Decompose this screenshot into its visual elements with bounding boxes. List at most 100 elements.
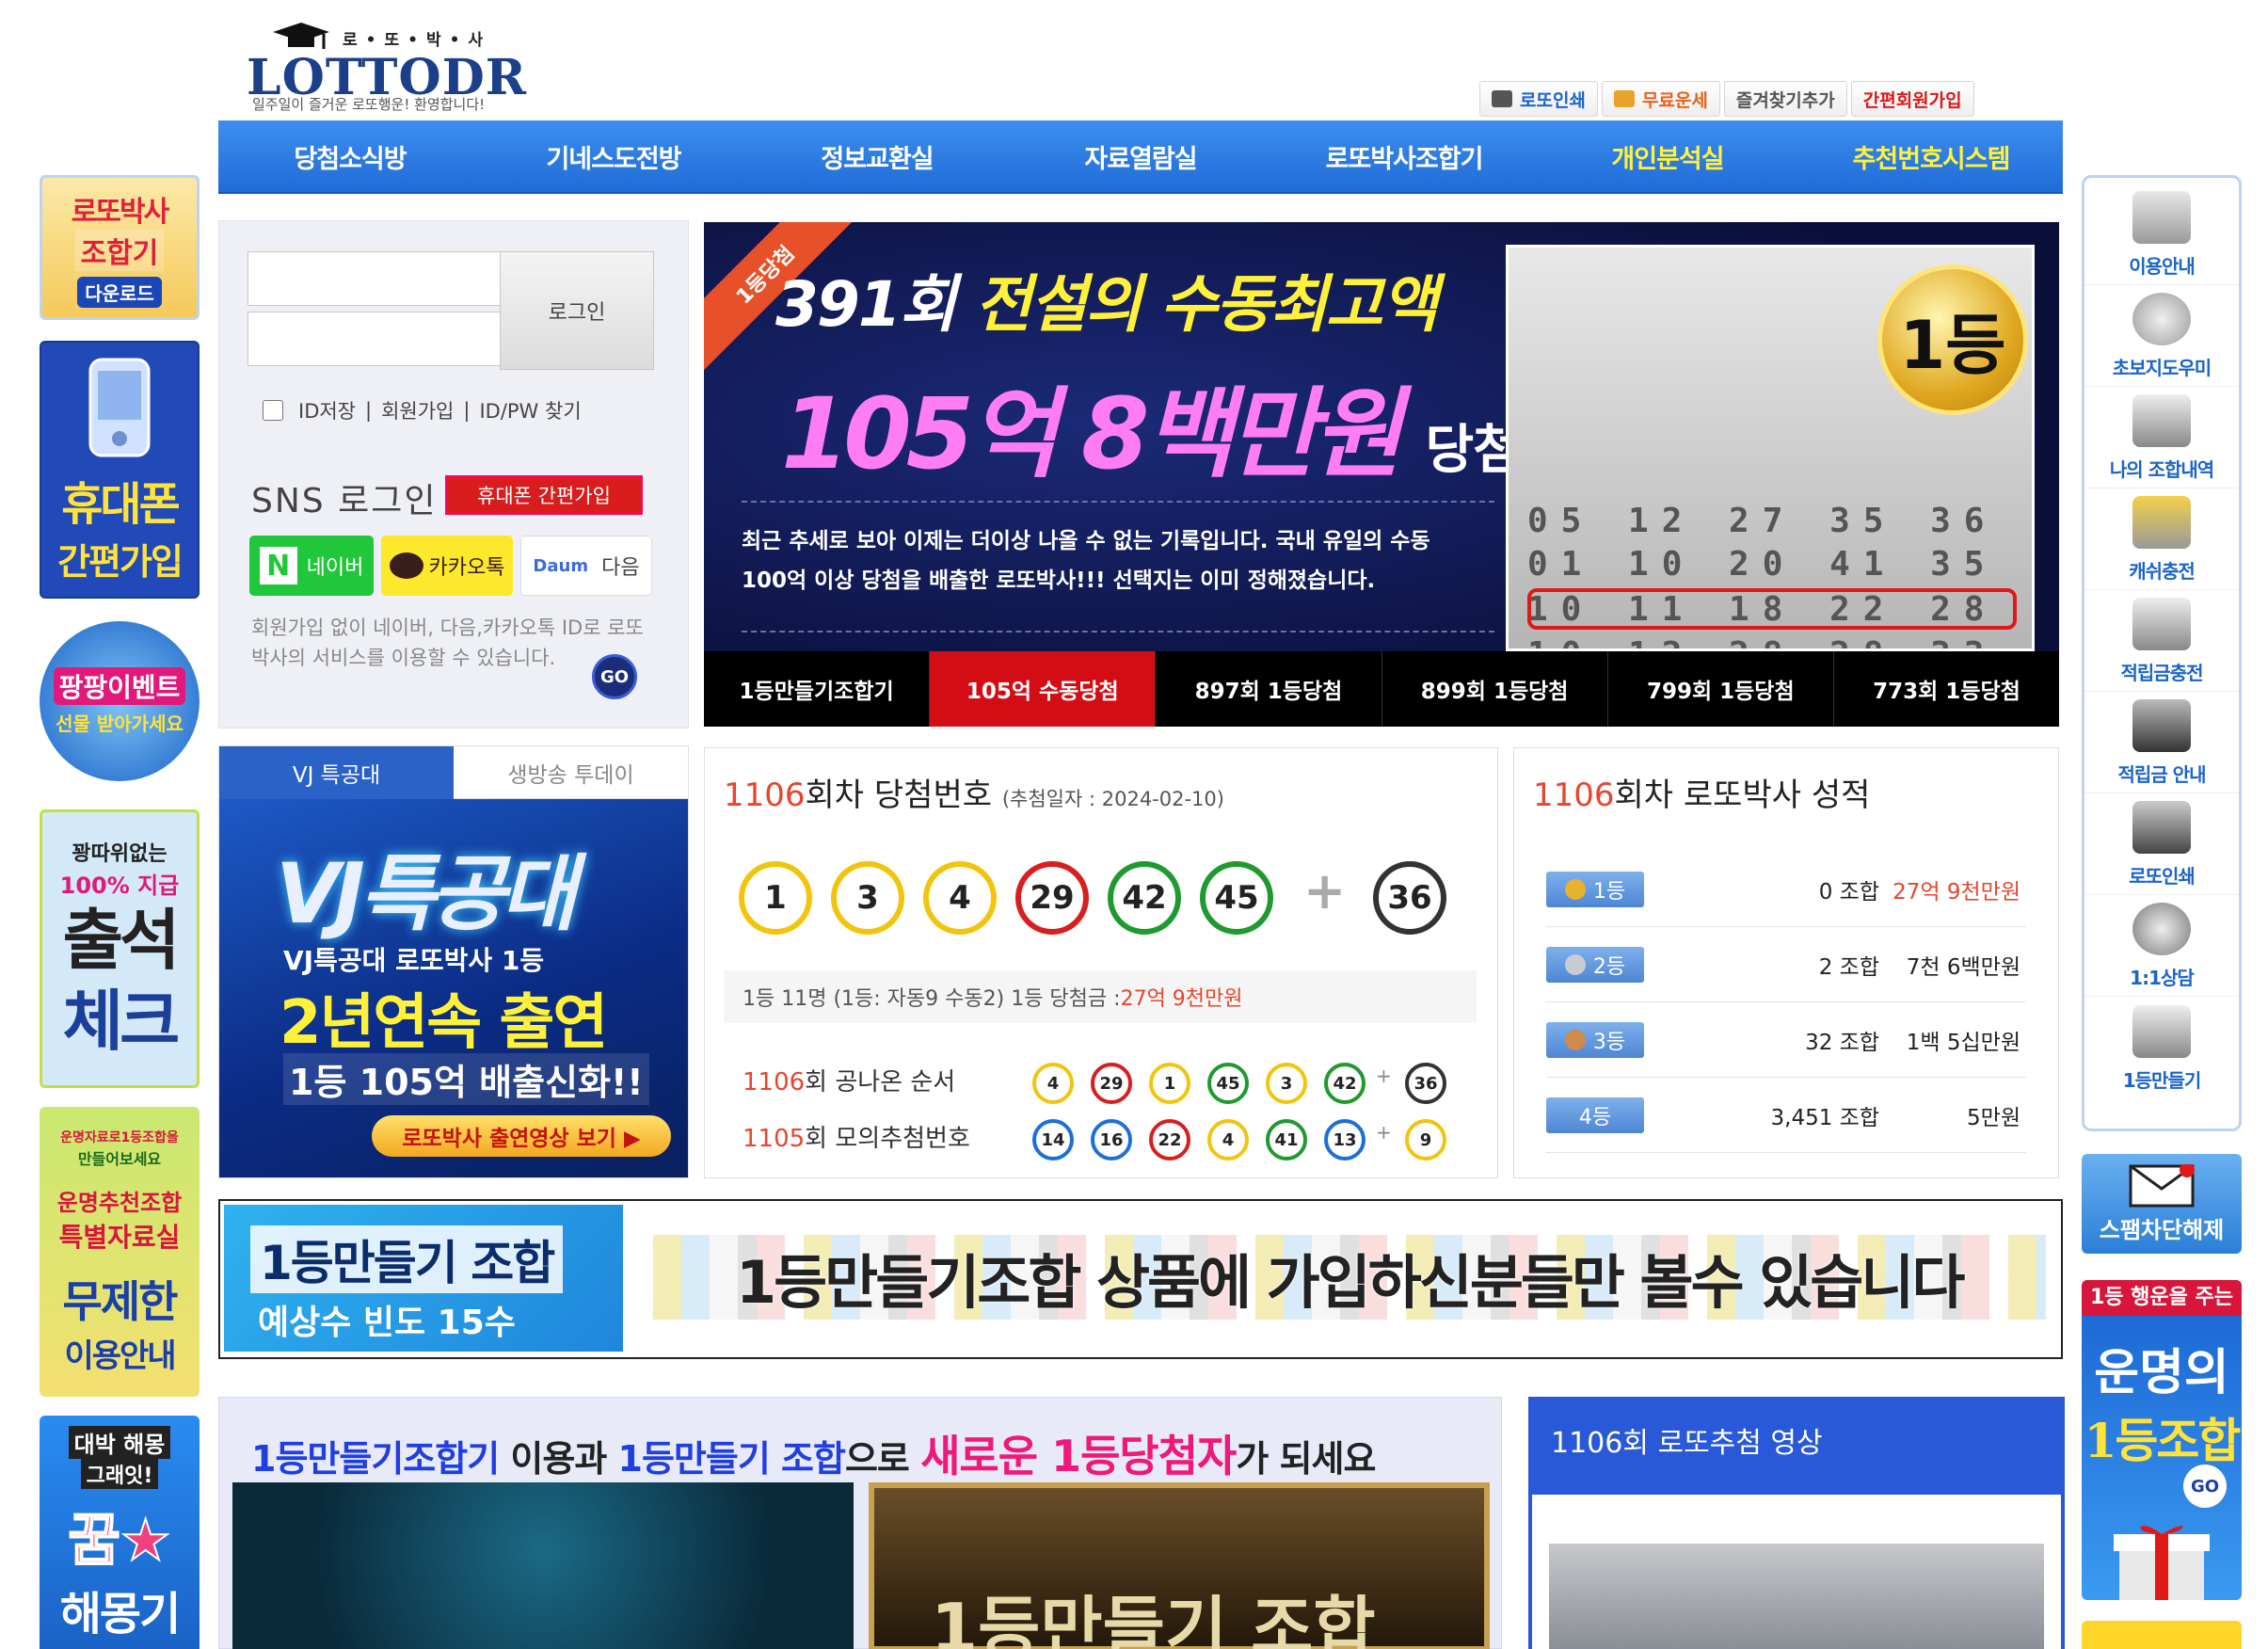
winning-ball: 45	[1200, 861, 1273, 935]
banner-tab-combinator[interactable]: 1등만들기조합기	[704, 651, 931, 727]
quick-menu-my-combos[interactable]: 나의 조합내역	[2084, 387, 2239, 488]
draw-order-ball: 42	[1324, 1063, 1366, 1104]
site-logo[interactable]: 로•또•박•사 LOTTODR 일주일이 즐거운 로또행운! 환영합니다!	[247, 13, 529, 117]
login-options: ID저장 | 회원가입 | ID/PW 찾기	[263, 396, 582, 424]
stat-row: 1등 0 조합 27억 9천만원	[1546, 852, 2026, 927]
nav-item-guinness[interactable]: 기네스도전방	[482, 120, 745, 192]
bonus-ball: 36	[1373, 861, 1446, 935]
quick-menu-consult[interactable]: 1:1상담	[2084, 895, 2239, 997]
fortune-combo-banner[interactable]: 1등 행운을 주는 운명의 1등조합 GO	[2082, 1280, 2242, 1600]
scroll-top-button[interactable]	[2082, 1621, 2242, 1649]
signup-link[interactable]: 회원가입	[381, 396, 454, 424]
ad-fortune-data[interactable]: 운명자료로1등조합을 만들어보세요 운명추천조합 특별자료실 무제한 이용안내	[40, 1107, 200, 1397]
plus-sign: +	[1303, 861, 1347, 921]
kakao-speech-icon	[389, 552, 423, 579]
bookmark-link[interactable]: 즐겨찾기추가	[1723, 81, 1847, 117]
quick-menu-points-charge[interactable]: 적립금충전	[2084, 590, 2239, 692]
combo-blurred-content: 1등만들기조합 상품에 가입하신분들만 볼수 있습니다	[653, 1235, 2046, 1320]
printer-icon	[2132, 801, 2191, 854]
ad-dream-interpretation[interactable]: 대박 해몽 그래잇! 꿈★ 해몽기	[40, 1416, 200, 1649]
banner-tab-799[interactable]: 799회 1등당첨	[1608, 651, 1834, 727]
print-lotto-link[interactable]: 로또인쇄	[1479, 81, 1598, 117]
nav-item-archive[interactable]: 자료열람실	[1009, 120, 1272, 192]
login-panel: 로그인 ID저장 | 회원가입 | ID/PW 찾기 SNS 로그인 휴대폰 간…	[218, 220, 689, 728]
quick-menu-points-info[interactable]: 적립금 안내	[2084, 692, 2239, 793]
draw-order-ball: 1	[1149, 1063, 1190, 1104]
banner-tab-899[interactable]: 899회 1등당첨	[1382, 651, 1608, 727]
mock-draw-bonus-ball: 9	[1405, 1119, 1446, 1161]
watch-video-button[interactable]: 로또박사 출연영상 보기 ▶	[372, 1115, 671, 1157]
nav-item-winning-news[interactable]: 당첨소식방	[218, 120, 482, 192]
spam-unblock-banner[interactable]: 스팸차단해제	[2082, 1154, 2242, 1254]
quick-menu-beginner[interactable]: 초보지도우미	[2084, 285, 2239, 387]
quick-menu-make-first[interactable]: 1등만들기	[2084, 997, 2239, 1098]
remember-id-label[interactable]: ID저장	[298, 396, 356, 424]
nav-item-combinator[interactable]: 로또박사조합기	[1272, 120, 1536, 192]
ad-event[interactable]: 팡팡이벤트 선물 받아가세요	[40, 621, 200, 781]
password-input[interactable]	[248, 312, 502, 366]
draw-order-ball: 4	[1032, 1063, 1074, 1104]
draw-video-panel: 1106회 로또추첨 영상	[1528, 1397, 2065, 1649]
quick-menu-guide[interactable]: 이용안내	[2084, 184, 2239, 285]
phone-signup-button[interactable]: 휴대폰 간편가입	[445, 475, 643, 515]
combo-locked-banner[interactable]: 1등만들기 조합 예상수 빈도 15수 1등만들기조합 상품에 가입하신분들만 …	[218, 1199, 2063, 1359]
plus-sign: +	[1376, 1065, 1392, 1087]
lotto-machine-thumbnail	[1549, 1544, 2044, 1649]
tab-live-today[interactable]: 생방송 투데이	[454, 746, 688, 799]
mock-draw-ball: 16	[1091, 1119, 1132, 1161]
login-note: 회원가입 없이 네이버, 다음,카카오톡 ID로 로또박사의 서비스를 이용할 …	[251, 616, 644, 669]
draw-order-label: 1106회 공나온 순서	[743, 1068, 956, 1097]
main-nav: 당첨소식방 기네스도전방 정보교환실 자료열람실 로또박사조합기 개인분석실 추…	[218, 120, 2063, 194]
banner-tab-manual-win[interactable]: 105억 수동당첨	[930, 651, 1157, 727]
stat-row: 2등 2 조합 7천 6백만원	[1546, 927, 2026, 1002]
graduation-cap-icon	[273, 23, 329, 49]
silver-medal-icon	[1564, 953, 1586, 975]
login-go-button[interactable]: GO	[592, 654, 637, 699]
ad-phone-signup[interactable]: 휴대폰 간편가입	[40, 341, 200, 599]
draw-video-player[interactable]	[1532, 1495, 2061, 1649]
banner-headline: 391회 전설의 수동최고액	[775, 268, 1438, 341]
ad-attendance-check[interactable]: 꽝따위없는 100% 지급 출석 체크	[40, 809, 200, 1088]
naver-login-button[interactable]: N 네이버	[249, 536, 374, 596]
nav-item-recommend-system[interactable]: 추천번호시스템	[1799, 120, 2063, 192]
coins-icon	[2132, 496, 2191, 549]
piggy-bank-icon	[2132, 598, 2191, 650]
tv-tabs: VJ 특공대 생방송 투데이	[219, 746, 688, 799]
daum-login-button[interactable]: Daum 다음	[520, 536, 652, 596]
stat-row: 4등 3,451 조합 5만원	[1546, 1078, 2026, 1153]
highlight-circle	[1527, 588, 2017, 630]
banner-tab-773[interactable]: 773회 1등당첨	[1834, 651, 2059, 727]
winning-ball: 3	[831, 861, 904, 935]
main-banner[interactable]: 1등당첨 391회 전설의 수동최고액 105억 8백만원 당첨 최근 추세로 …	[704, 222, 2059, 727]
username-input[interactable]	[248, 251, 502, 306]
nav-item-personal-analysis[interactable]: 개인분석실	[1536, 120, 1799, 192]
promo-headline: 1등만들기조합기 이용과 1등만들기 조합으로 새로운 1등당첨자가 되세요	[251, 1431, 1376, 1481]
free-fortune-link[interactable]: 무료운세	[1601, 81, 1720, 117]
naver-n-icon: N	[259, 547, 297, 584]
plus-sign: +	[1376, 1121, 1392, 1144]
easel-icon	[2132, 1005, 2191, 1058]
draw-order-ball: 29	[1091, 1063, 1132, 1104]
nav-item-info-exchange[interactable]: 정보교환실	[745, 120, 1009, 192]
ad-combinator-download[interactable]: 로또박사 조합기 다운로드	[40, 175, 200, 320]
kakao-login-button[interactable]: 카카오톡	[381, 536, 513, 596]
quick-menu: 이용안내 초보지도우미 나의 조합내역 캐쉬충전 적립금충전 적립금 안내 로또…	[2082, 175, 2242, 1131]
tab-vj[interactable]: VJ 특공대	[219, 746, 454, 799]
banner-tab-897[interactable]: 897회 1등당첨	[1156, 651, 1382, 727]
sns-login-title: SNS 로그인	[251, 482, 438, 520]
dice-icon	[2132, 394, 2191, 447]
box-question-icon	[2132, 191, 2191, 244]
envelope-icon	[2129, 1163, 2195, 1207]
promo-image-combinator[interactable]	[232, 1482, 854, 1649]
quick-menu-cash-charge[interactable]: 캐쉬충전	[2084, 488, 2239, 590]
find-id-pw-link[interactable]: ID/PW 찾기	[479, 396, 581, 424]
login-button[interactable]: 로그인	[500, 251, 654, 370]
winning-ticket-image: 05 12 27 35 36 44 01 10 20 41 35 42 10 1…	[1506, 245, 2035, 651]
mock-draw-ball: 14	[1032, 1119, 1074, 1161]
quick-signup-link[interactable]: 간편회원가입	[1850, 81, 1974, 117]
promo-image-combo[interactable]: 1등만들기 조합	[869, 1482, 1490, 1649]
quick-menu-print[interactable]: 로또인쇄	[2084, 793, 2239, 895]
vj-banner-image[interactable]: VJ특공대 VJ특공대 로또박사 1등 2년연속 출연 1등 105억 배출신화…	[219, 799, 688, 1177]
remember-id-checkbox[interactable]	[263, 400, 283, 421]
chat-person-icon	[2132, 903, 2191, 955]
